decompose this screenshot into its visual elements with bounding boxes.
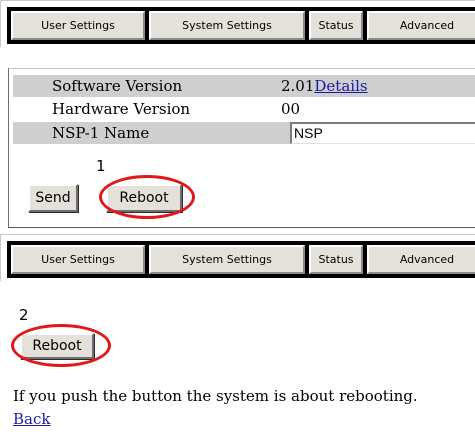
hardware-version-value: 00 xyxy=(281,100,301,118)
step-number-1: 1 xyxy=(96,157,106,175)
back-link[interactable]: Back xyxy=(13,410,50,428)
step-number-2: 2 xyxy=(19,306,29,324)
bottom-tab-bar: User Settings System Settings Status Adv… xyxy=(0,234,475,281)
top-tab-bar: User Settings System Settings Status Adv… xyxy=(0,0,475,47)
software-version-value-wrap: 2.01Details xyxy=(281,75,368,97)
tab-system-settings[interactable]: System Settings xyxy=(149,11,305,40)
tab-status[interactable]: Status xyxy=(309,11,363,40)
name-label: NSP-1 Name xyxy=(52,124,150,142)
tab-user-settings[interactable]: User Settings xyxy=(11,11,145,40)
info-panel: Software Version 2.01Details Hardware Ve… xyxy=(8,68,475,228)
tab-strip-2: User Settings System Settings Status Adv… xyxy=(7,241,475,278)
details-link[interactable]: Details xyxy=(314,77,367,95)
reboot-message: If you push the button the system is abo… xyxy=(13,387,418,405)
software-version-row: Software Version 2.01Details xyxy=(13,75,475,97)
reboot-button[interactable]: Reboot xyxy=(106,184,182,212)
tab-advanced[interactable]: Advanced xyxy=(367,11,475,40)
tab-status-2[interactable]: Status xyxy=(309,245,363,274)
tab-strip: User Settings System Settings Status Adv… xyxy=(7,7,475,44)
tab-user-settings-2[interactable]: User Settings xyxy=(11,245,145,274)
hardware-version-row: Hardware Version 00 xyxy=(13,98,475,120)
software-version-value: 2.01 xyxy=(281,77,315,95)
hardware-version-label: Hardware Version xyxy=(52,100,191,118)
name-field[interactable]: NSP xyxy=(290,122,475,144)
send-button[interactable]: Send xyxy=(28,184,78,212)
tab-system-settings-2[interactable]: System Settings xyxy=(149,245,305,274)
reboot-button-2[interactable]: Reboot xyxy=(20,333,94,359)
tab-advanced-2[interactable]: Advanced xyxy=(367,245,475,274)
software-version-label: Software Version xyxy=(52,77,183,95)
